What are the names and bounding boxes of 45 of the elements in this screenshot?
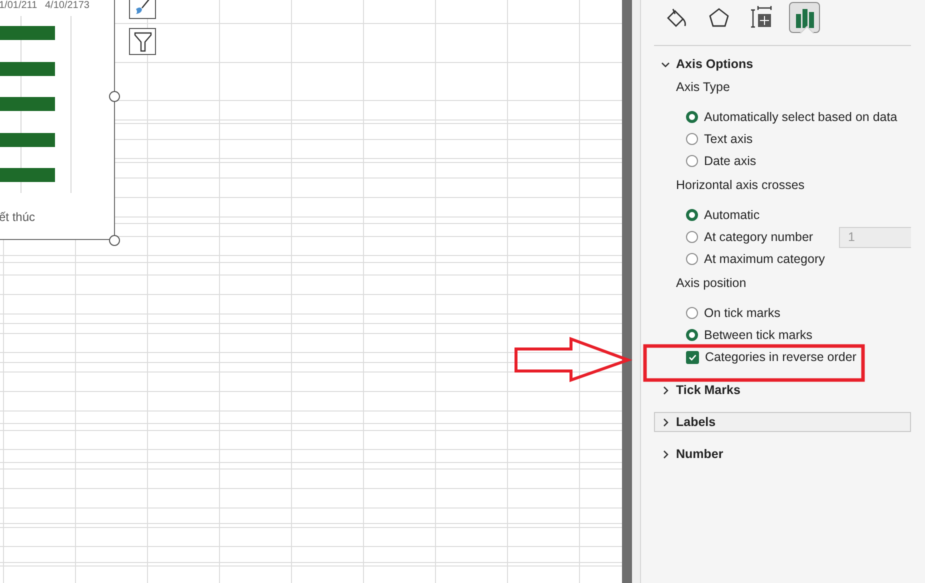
radio-button[interactable] [686, 111, 698, 123]
option-label: Text axis [704, 132, 753, 146]
chevron-right-icon [661, 386, 670, 394]
pentagon-icon [708, 6, 730, 28]
option-label: Date axis [704, 154, 756, 168]
resize-handle[interactable] [109, 91, 120, 102]
axis-label: 4/10/2173 [45, 0, 90, 11]
checkbox[interactable] [686, 350, 699, 364]
option-label: At maximum category [704, 252, 825, 266]
checkmark-icon [688, 352, 697, 362]
bar-chart-icon [794, 6, 816, 28]
axis-label: 1/01/211 [0, 0, 38, 11]
chevron-right-icon [661, 450, 670, 458]
chart-bar [0, 133, 55, 147]
radio-button[interactable] [686, 307, 698, 319]
chart-bar [0, 97, 55, 111]
radio-button[interactable] [686, 209, 698, 221]
filter-icon [132, 30, 152, 52]
group-label: Axis position [675, 275, 748, 292]
group-label: Axis Type [675, 79, 731, 96]
option-label: Automatic [704, 208, 760, 222]
chart-bar [0, 168, 55, 182]
section-header[interactable]: Number [654, 444, 911, 464]
radio-button[interactable] [686, 253, 698, 265]
option-label: On tick marks [704, 306, 780, 320]
option-label: At category number [704, 230, 814, 244]
radio-button[interactable] [686, 231, 698, 243]
resize-handle[interactable] [109, 235, 120, 246]
radio-button[interactable] [686, 133, 698, 145]
group-label: Horizontal axis crosses [675, 177, 806, 194]
chevron-down-icon [661, 60, 670, 68]
chart-bar [0, 26, 55, 40]
option-label: Automatically select based on data [704, 110, 898, 124]
chevron-right-icon [661, 418, 670, 426]
option-label: Categories in reverse order [705, 350, 856, 364]
chart-bar [0, 62, 55, 76]
section-header[interactable]: Labels [654, 412, 911, 432]
option-label: Between tick marks [704, 328, 812, 342]
radio-button[interactable] [686, 155, 698, 167]
section-header[interactable]: Axis Options [654, 54, 911, 74]
chart-styles-button[interactable] [129, 0, 156, 19]
size-properties-icon [750, 6, 774, 30]
chart-filters-button[interactable] [129, 28, 156, 55]
radio-button[interactable] [686, 329, 698, 341]
section-header[interactable]: Tick Marks [654, 380, 911, 400]
